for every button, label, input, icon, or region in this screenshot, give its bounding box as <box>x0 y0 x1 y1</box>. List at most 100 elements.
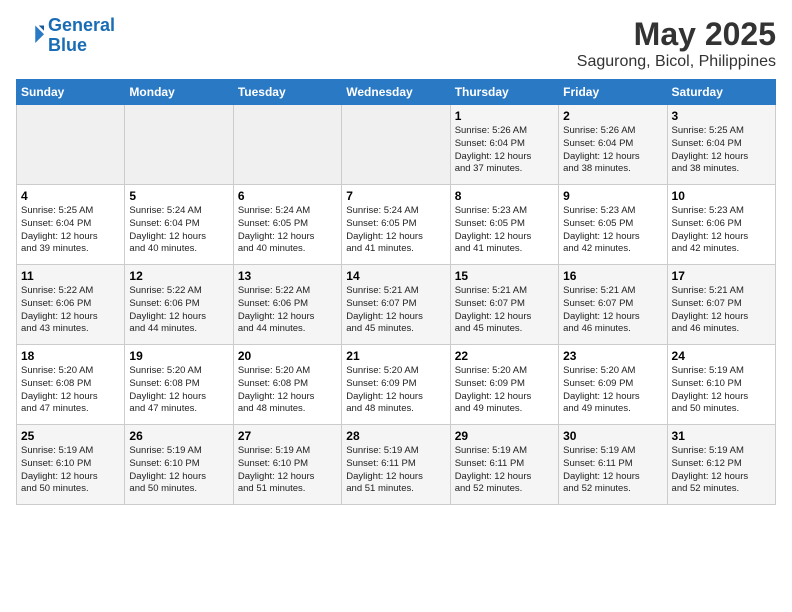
day-number: 23 <box>563 349 662 363</box>
day-info: Sunrise: 5:24 AM Sunset: 6:05 PM Dayligh… <box>346 205 445 256</box>
calendar-week-0: 1Sunrise: 5:26 AM Sunset: 6:04 PM Daylig… <box>17 105 776 185</box>
day-number: 25 <box>21 429 120 443</box>
calendar-cell: 25 Sunrise: 5:19 AM Sunset: 6:10 PM Dayli… <box>17 425 125 505</box>
day-number: 27 <box>238 429 337 443</box>
day-number: 26 <box>129 429 228 443</box>
day-info: Sunrise: 5:21 AM Sunset: 6:07 PM Dayligh… <box>455 285 554 336</box>
calendar-cell: 11Sunrise: 5:22 AM Sunset: 6:06 PM Dayli… <box>17 265 125 345</box>
day-number: 22 <box>455 349 554 363</box>
day-number: 17 <box>672 269 771 283</box>
day-info: Sunrise: 5:20 AM Sunset: 6:08 PM Dayligh… <box>21 365 120 416</box>
day-number: 15 <box>455 269 554 283</box>
calendar-cell: 3Sunrise: 5:25 AM Sunset: 6:04 PM Daylig… <box>667 105 775 185</box>
calendar-cell <box>17 105 125 185</box>
day-info: Sunrise: 5:21 AM Sunset: 6:07 PM Dayligh… <box>563 285 662 336</box>
logo-text: General Blue <box>48 16 115 56</box>
logo-icon <box>16 22 44 50</box>
day-info: Sunrise: 5:19 AM Sunset: 6:11 PM Dayligh… <box>563 445 662 496</box>
calendar-cell: 29 Sunrise: 5:19 AM Sunset: 6:11 PM Dayli… <box>450 425 558 505</box>
calendar-cell <box>233 105 341 185</box>
day-info: Sunrise: 5:20 AM Sunset: 6:08 PM Dayligh… <box>238 365 337 416</box>
header-sunday: Sunday <box>17 80 125 105</box>
day-info: Sunrise: 5:19 AM Sunset: 6:12 PM Dayligh… <box>672 445 771 496</box>
day-info: Sunrise: 5:25 AM Sunset: 6:04 PM Dayligh… <box>672 125 771 176</box>
day-number: 14 <box>346 269 445 283</box>
calendar-cell: 10 Sunrise: 5:23 AM Sunset: 6:06 PM Dayli… <box>667 185 775 265</box>
calendar-table: Sunday Monday Tuesday Wednesday Thursday… <box>16 79 776 505</box>
day-number: 13 <box>238 269 337 283</box>
day-info: Sunrise: 5:19 AM Sunset: 6:10 PM Dayligh… <box>672 365 771 416</box>
calendar-cell: 30 Sunrise: 5:19 AM Sunset: 6:11 PM Dayli… <box>559 425 667 505</box>
calendar-cell: 22 Sunrise: 5:20 AM Sunset: 6:09 PM Dayli… <box>450 345 558 425</box>
day-info: Sunrise: 5:22 AM Sunset: 6:06 PM Dayligh… <box>238 285 337 336</box>
day-number: 19 <box>129 349 228 363</box>
logo: General Blue <box>16 16 115 56</box>
calendar-cell: 17 Sunrise: 5:21 AM Sunset: 6:07 PM Dayli… <box>667 265 775 345</box>
day-info: Sunrise: 5:24 AM Sunset: 6:05 PM Dayligh… <box>238 205 337 256</box>
day-number: 24 <box>672 349 771 363</box>
calendar-cell: 26 Sunrise: 5:19 AM Sunset: 6:10 PM Dayli… <box>125 425 233 505</box>
day-number: 5 <box>129 189 228 203</box>
day-info: Sunrise: 5:24 AM Sunset: 6:04 PM Dayligh… <box>129 205 228 256</box>
day-number: 31 <box>672 429 771 443</box>
day-info: Sunrise: 5:21 AM Sunset: 6:07 PM Dayligh… <box>346 285 445 336</box>
day-info: Sunrise: 5:19 AM Sunset: 6:10 PM Dayligh… <box>129 445 228 496</box>
day-number: 18 <box>21 349 120 363</box>
day-number: 29 <box>455 429 554 443</box>
calendar-cell: 18 Sunrise: 5:20 AM Sunset: 6:08 PM Dayli… <box>17 345 125 425</box>
calendar-cell: 19 Sunrise: 5:20 AM Sunset: 6:08 PM Dayli… <box>125 345 233 425</box>
main-title: May 2025 <box>577 16 776 53</box>
title-area: May 2025 Sagurong, Bicol, Philippines <box>577 16 776 71</box>
calendar-cell: 6 Sunrise: 5:24 AM Sunset: 6:05 PM Daylig… <box>233 185 341 265</box>
calendar-cell: 23 Sunrise: 5:20 AM Sunset: 6:09 PM Dayli… <box>559 345 667 425</box>
day-info: Sunrise: 5:19 AM Sunset: 6:10 PM Dayligh… <box>21 445 120 496</box>
calendar-week-4: 25 Sunrise: 5:19 AM Sunset: 6:10 PM Dayli… <box>17 425 776 505</box>
day-info: Sunrise: 5:20 AM Sunset: 6:09 PM Dayligh… <box>455 365 554 416</box>
day-number: 21 <box>346 349 445 363</box>
day-number: 1 <box>455 109 554 123</box>
header-thursday: Thursday <box>450 80 558 105</box>
day-info: Sunrise: 5:19 AM Sunset: 6:11 PM Dayligh… <box>346 445 445 496</box>
header-tuesday: Tuesday <box>233 80 341 105</box>
calendar-cell: 14 Sunrise: 5:21 AM Sunset: 6:07 PM Dayli… <box>342 265 450 345</box>
header-wednesday: Wednesday <box>342 80 450 105</box>
day-info: Sunrise: 5:19 AM Sunset: 6:11 PM Dayligh… <box>455 445 554 496</box>
calendar-cell: 9Sunrise: 5:23 AM Sunset: 6:05 PM Daylig… <box>559 185 667 265</box>
logo-line1: General <box>48 15 115 35</box>
day-info: Sunrise: 5:20 AM Sunset: 6:08 PM Dayligh… <box>129 365 228 416</box>
day-number: 4 <box>21 189 120 203</box>
calendar-cell: 12 Sunrise: 5:22 AM Sunset: 6:06 PM Dayli… <box>125 265 233 345</box>
calendar-header: Sunday Monday Tuesday Wednesday Thursday… <box>17 80 776 105</box>
calendar-cell: 31 Sunrise: 5:19 AM Sunset: 6:12 PM Dayli… <box>667 425 775 505</box>
day-info: Sunrise: 5:21 AM Sunset: 6:07 PM Dayligh… <box>672 285 771 336</box>
calendar-cell: 2Sunrise: 5:26 AM Sunset: 6:04 PM Daylig… <box>559 105 667 185</box>
calendar-cell: 1Sunrise: 5:26 AM Sunset: 6:04 PM Daylig… <box>450 105 558 185</box>
day-number: 9 <box>563 189 662 203</box>
day-number: 16 <box>563 269 662 283</box>
logo-line2: Blue <box>48 35 87 55</box>
calendar-cell: 15 Sunrise: 5:21 AM Sunset: 6:07 PM Dayli… <box>450 265 558 345</box>
header: General Blue May 2025 Sagurong, Bicol, P… <box>16 16 776 71</box>
day-number: 7 <box>346 189 445 203</box>
day-number: 6 <box>238 189 337 203</box>
day-number: 30 <box>563 429 662 443</box>
calendar-cell: 21Sunrise: 5:20 AM Sunset: 6:09 PM Dayli… <box>342 345 450 425</box>
calendar-week-2: 11Sunrise: 5:22 AM Sunset: 6:06 PM Dayli… <box>17 265 776 345</box>
calendar-cell <box>342 105 450 185</box>
day-info: Sunrise: 5:23 AM Sunset: 6:06 PM Dayligh… <box>672 205 771 256</box>
day-info: Sunrise: 5:23 AM Sunset: 6:05 PM Dayligh… <box>455 205 554 256</box>
day-info: Sunrise: 5:20 AM Sunset: 6:09 PM Dayligh… <box>563 365 662 416</box>
day-info: Sunrise: 5:19 AM Sunset: 6:10 PM Dayligh… <box>238 445 337 496</box>
day-number: 8 <box>455 189 554 203</box>
calendar-cell <box>125 105 233 185</box>
subtitle: Sagurong, Bicol, Philippines <box>577 53 776 71</box>
day-number: 10 <box>672 189 771 203</box>
day-info: Sunrise: 5:25 AM Sunset: 6:04 PM Dayligh… <box>21 205 120 256</box>
day-info: Sunrise: 5:22 AM Sunset: 6:06 PM Dayligh… <box>129 285 228 336</box>
calendar-cell: 20Sunrise: 5:20 AM Sunset: 6:08 PM Dayli… <box>233 345 341 425</box>
header-saturday: Saturday <box>667 80 775 105</box>
calendar-cell: 27 Sunrise: 5:19 AM Sunset: 6:10 PM Dayli… <box>233 425 341 505</box>
day-info: Sunrise: 5:22 AM Sunset: 6:06 PM Dayligh… <box>21 285 120 336</box>
day-number: 12 <box>129 269 228 283</box>
calendar-cell: 13 Sunrise: 5:22 AM Sunset: 6:06 PM Dayli… <box>233 265 341 345</box>
